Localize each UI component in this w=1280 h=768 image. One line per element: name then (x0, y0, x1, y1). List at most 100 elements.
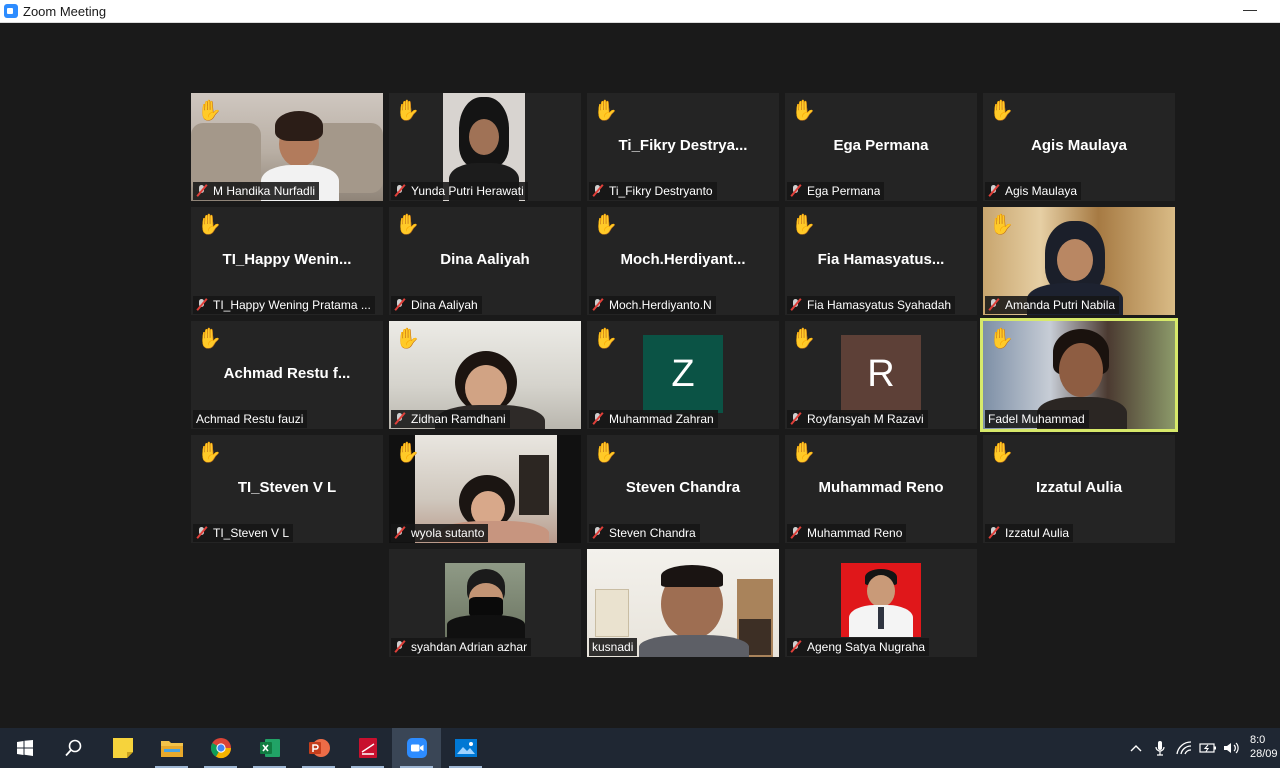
nameplate: Muhammad Reno (787, 524, 907, 542)
participant-tile[interactable]: ✋ Ega Permana Ega Permana (785, 93, 977, 201)
participant-name: Agis Maulaya (1005, 184, 1078, 198)
participant-tile[interactable]: ✋ Agis Maulaya Agis Maulaya (983, 93, 1175, 201)
participant-tile[interactable]: ✋ TI_Happy Wenin... TI_Happy Wening Prat… (191, 207, 383, 315)
participant-tile[interactable]: R ✋ Royfansyah M Razavi (785, 321, 977, 429)
gallery-view: ✋ M Handika Nurfadli ✋ Yunda Putri Heraw… (0, 23, 1280, 728)
participant-tile[interactable]: ✋ Fia Hamasyatus... Fia Hamasyatus Syaha… (785, 207, 977, 315)
participant-name: Zidhan Ramdhani (411, 412, 506, 426)
participant-tile[interactable]: ✋ TI_Steven V L TI_Steven V L (191, 435, 383, 543)
participant-tile[interactable]: ✋ Muhammad Reno Muhammad Reno (785, 435, 977, 543)
raise-hand-icon: ✋ (791, 100, 816, 122)
volume-tray-button[interactable] (1220, 728, 1244, 768)
raise-hand-icon: ✋ (989, 100, 1014, 122)
nameplate: Amanda Putri Nabila (985, 296, 1120, 314)
raise-hand-icon: ✋ (791, 214, 816, 236)
battery-charging-icon (1199, 743, 1216, 753)
participant-tile[interactable]: syahdan Adrian azhar (389, 549, 581, 657)
participant-tile[interactable]: ✋ Achmad Restu f... Achmad Restu fauzi (191, 321, 383, 429)
mic-muted-icon (592, 412, 604, 426)
participant-tile[interactable]: ✋ Steven Chandra Steven Chandra (587, 435, 779, 543)
participant-name: Yunda Putri Herawati (411, 184, 524, 198)
mic-muted-icon (988, 298, 1000, 312)
raise-hand-icon: ✋ (197, 100, 222, 122)
participant-title: Dina Aaliyah (440, 251, 530, 268)
participant-tile[interactable]: ✋ Amanda Putri Nabila (983, 207, 1175, 315)
nameplate: Fia Hamasyatus Syahadah (787, 296, 956, 314)
mic-muted-icon (592, 526, 604, 540)
participant-tile[interactable]: ✋ Dina Aaliyah Dina Aaliyah (389, 207, 581, 315)
participant-title: Ega Permana (833, 137, 929, 154)
nameplate: Muhammad Zahran (589, 410, 718, 428)
participant-tile[interactable]: ✋ Zidhan Ramdhani (389, 321, 581, 429)
participant-name: syahdan Adrian azhar (411, 640, 528, 654)
mic-muted-icon (394, 412, 406, 426)
taskbar-app-photos[interactable] (441, 728, 490, 768)
participant-title: TI_Steven V L (237, 479, 337, 496)
mic-muted-icon (592, 184, 604, 198)
raise-hand-icon: ✋ (395, 100, 420, 122)
chevron-up-icon (1130, 745, 1142, 752)
powerpoint-icon (308, 739, 330, 757)
participant-tile[interactable]: ✋ wyola sutanto (389, 435, 581, 543)
nameplate: Steven Chandra (589, 524, 700, 542)
taskbar-app-zoom[interactable] (392, 728, 441, 768)
avatar: Z (643, 335, 723, 413)
participant-title: Fia Hamasyatus... (817, 251, 945, 268)
start-icon (16, 740, 33, 756)
mic-muted-icon (988, 184, 1000, 198)
participant-tile[interactable]: kusnadi (587, 549, 779, 657)
nameplate: wyola sutanto (391, 524, 489, 542)
taskbar-app-chrome[interactable] (196, 728, 245, 768)
nameplate: Achmad Restu fauzi (193, 410, 308, 428)
taskbar-clock[interactable]: 8:0 28/09 (1244, 728, 1280, 768)
participant-title: Izzatul Aulia (1035, 479, 1123, 496)
microphone-tray-button[interactable] (1148, 728, 1172, 768)
participant-tile[interactable]: ✋ Ti_Fikry Destrya... Ti_Fikry Destryant… (587, 93, 779, 201)
nameplate: Dina Aaliyah (391, 296, 482, 314)
windows-taskbar: 8:0 28/09 (0, 728, 1280, 768)
raise-hand-icon: ✋ (791, 442, 816, 464)
participant-tile[interactable]: Z ✋ Muhammad Zahran (587, 321, 779, 429)
mic-muted-icon (790, 412, 802, 426)
participant-tile[interactable]: ✋ M Handika Nurfadli (191, 93, 383, 201)
raise-hand-icon: ✋ (989, 442, 1014, 464)
start-button[interactable] (0, 728, 49, 768)
participant-name: wyola sutanto (411, 526, 485, 540)
participant-title: Steven Chandra (625, 479, 741, 496)
taskbar-app-powerpoint[interactable] (294, 728, 343, 768)
participant-title: Muhammad Reno (818, 479, 944, 496)
participant-name: Amanda Putri Nabila (1005, 298, 1116, 312)
taskbar-app-pdf-reader[interactable] (343, 728, 392, 768)
participant-tile[interactable]: Ageng Satya Nugraha (785, 549, 977, 657)
raise-hand-icon: ✋ (197, 214, 222, 236)
participant-name: Ageng Satya Nugraha (807, 640, 926, 654)
search-button[interactable] (49, 728, 98, 768)
taskbar-app-excel[interactable] (245, 728, 294, 768)
excel-icon (259, 739, 280, 757)
participant-tile[interactable]: ✋ Izzatul Aulia Izzatul Aulia (983, 435, 1175, 543)
participant-tile[interactable]: ✋ Yunda Putri Herawati (389, 93, 581, 201)
minimize-button[interactable]: — (1240, 2, 1260, 20)
mic-muted-icon (790, 298, 802, 312)
raise-hand-icon: ✋ (593, 328, 618, 350)
sticky-notes-icon (112, 738, 133, 758)
nameplate: Zidhan Ramdhani (391, 410, 510, 428)
mic-muted-icon (790, 640, 802, 654)
taskbar-app-sticky-notes[interactable] (98, 728, 147, 768)
nameplate: Royfansyah M Razavi (787, 410, 928, 428)
raise-hand-icon: ✋ (989, 328, 1014, 350)
nameplate: Ti_Fikry Destryanto (589, 182, 717, 200)
mic-muted-icon (394, 298, 406, 312)
mic-muted-icon (196, 184, 208, 198)
participant-title: Moch.Herdiyant... (620, 251, 746, 268)
battery-tray-button[interactable] (1196, 728, 1220, 768)
participant-title: Ti_Fikry Destrya... (618, 137, 748, 154)
network-tray-button[interactable] (1172, 728, 1196, 768)
mic-muted-icon (394, 526, 406, 540)
raise-hand-icon: ✋ (989, 214, 1014, 236)
participant-tile-active-speaker[interactable]: ✋ Fadel Muhammad (980, 318, 1178, 432)
show-hidden-icons-button[interactable] (1124, 728, 1148, 768)
participant-tile[interactable]: ✋ Moch.Herdiyant... Moch.Herdiyanto.N (587, 207, 779, 315)
zoom-icon (406, 738, 427, 758)
taskbar-app-file-explorer[interactable] (147, 728, 196, 768)
